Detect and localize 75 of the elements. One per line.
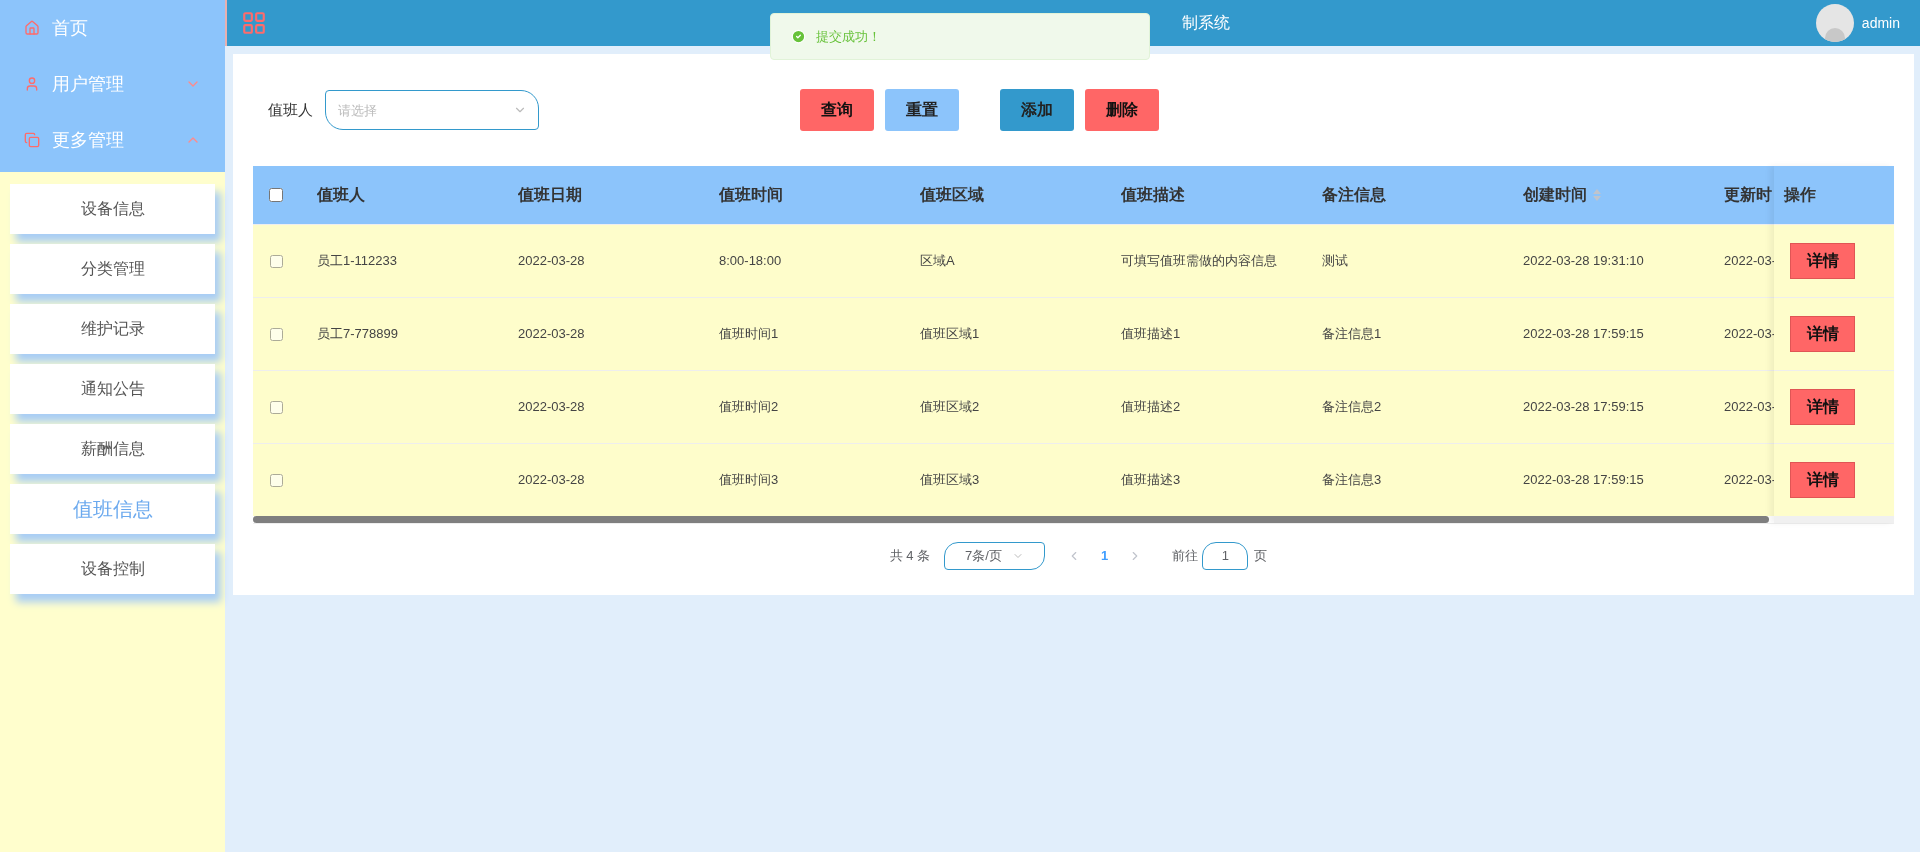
home-icon (24, 20, 40, 36)
table-cell: 员工7-778899 (317, 326, 398, 342)
table-cell: 2022-03-28 (518, 399, 585, 415)
table-cell: 备注信息2 (1322, 399, 1382, 415)
table-cell: 可填写值班需做的内容信息 (1121, 253, 1277, 269)
submenu-item[interactable]: 维护记录 (10, 304, 215, 354)
row-checkbox[interactable] (269, 400, 283, 414)
submenu-item[interactable]: 分类管理 (10, 244, 215, 294)
success-icon (791, 29, 806, 44)
table-cell: 值班时间3 (719, 472, 779, 488)
table-cell: 2022-03-28 19:31:10 (1523, 253, 1644, 269)
column-header: 创建时间 (1523, 183, 1724, 207)
column-header: 备注信息 (1322, 185, 1387, 205)
row-checkbox[interactable] (269, 327, 283, 341)
system-title: 制系统 (1182, 13, 1231, 33)
page-size-select[interactable]: 7条/页 (944, 542, 1046, 570)
table-cell: 值班描述1 (1121, 326, 1181, 342)
table-cell: 测试 (1322, 253, 1348, 269)
column-header: 值班日期 (518, 185, 583, 205)
column-header: 值班人 (317, 185, 366, 205)
table-cell: 值班描述3 (1121, 472, 1181, 488)
table-cell: 2022-03- (1724, 326, 1777, 342)
row-checkbox[interactable] (269, 254, 283, 268)
table-cell: 值班区域3 (920, 472, 980, 488)
toast-message: 提交成功！ (816, 27, 881, 46)
avatar-icon (1815, 4, 1854, 42)
table-cell: 备注信息1 (1322, 326, 1382, 342)
table-cell: 员工1-112233 (317, 253, 397, 269)
total-count: 共 4 条 (889, 547, 931, 566)
column-header: 值班描述 (1121, 185, 1186, 205)
action-button[interactable]: 添加 (1000, 89, 1074, 131)
table-cell: 2022-03- (1724, 253, 1777, 269)
table-cell: 2022-03-28 17:59:15 (1523, 472, 1644, 488)
column-header: 值班时间 (719, 185, 784, 205)
detail-button[interactable]: 详情 (1790, 243, 1855, 279)
submenu-item[interactable]: 通知公告 (10, 364, 215, 414)
submenu-item[interactable]: 设备控制 (10, 544, 215, 594)
table-cell: 值班区域2 (920, 399, 980, 415)
table-cell: 2022-03-28 (518, 472, 585, 488)
action-button[interactable]: 查询 (800, 89, 874, 131)
column-header: 操作 (1774, 166, 1894, 224)
detail-button[interactable]: 详情 (1790, 389, 1855, 425)
row-checkbox[interactable] (269, 473, 283, 487)
goto-page-field[interactable]: 1 (1202, 542, 1249, 570)
table-cell: 值班时间1 (719, 326, 779, 342)
username: admin (1861, 13, 1900, 33)
table-cell: 2022-03- (1724, 399, 1777, 415)
submenu-item[interactable]: 薪酬信息 (10, 424, 215, 474)
detail-button[interactable]: 详情 (1790, 462, 1855, 498)
table-cell: 2022-03-28 (518, 253, 585, 269)
detail-button[interactable]: 详情 (1790, 316, 1855, 352)
duty-person-select[interactable]: 请选择 (325, 90, 539, 130)
table-cell: 2022-03-28 17:59:15 (1523, 399, 1644, 415)
select-all-checkbox[interactable] (269, 188, 283, 202)
goto-suffix: 页 (1254, 547, 1268, 566)
filter-label: 值班人 (267, 99, 313, 120)
column-header: 更新时 (1724, 185, 1773, 205)
submenu-item[interactable]: 设备信息 (10, 184, 215, 234)
action-button[interactable]: 重置 (885, 89, 959, 131)
table-cell: 区域A (920, 253, 955, 269)
action-button[interactable]: 删除 (1085, 89, 1159, 131)
table-cell: 值班时间2 (719, 399, 779, 415)
table-cell: 备注信息3 (1322, 472, 1382, 488)
table-cell: 2022-03-28 17:59:15 (1523, 326, 1644, 342)
table-cell: 2022-03-28 (518, 326, 585, 342)
grid-icon[interactable] (241, 10, 267, 36)
user-icon (24, 76, 40, 92)
copy-icon (24, 132, 40, 148)
column-header: 值班区域 (920, 185, 985, 205)
table-cell: 2022-03- (1724, 472, 1777, 488)
table-cell: 8:00-18:00 (719, 253, 782, 269)
table-cell: 值班区域1 (920, 326, 980, 342)
table-cell: 值班描述2 (1121, 399, 1181, 415)
goto-label: 前往 (1172, 547, 1199, 566)
horizontal-scrollbar[interactable] (253, 516, 1769, 523)
